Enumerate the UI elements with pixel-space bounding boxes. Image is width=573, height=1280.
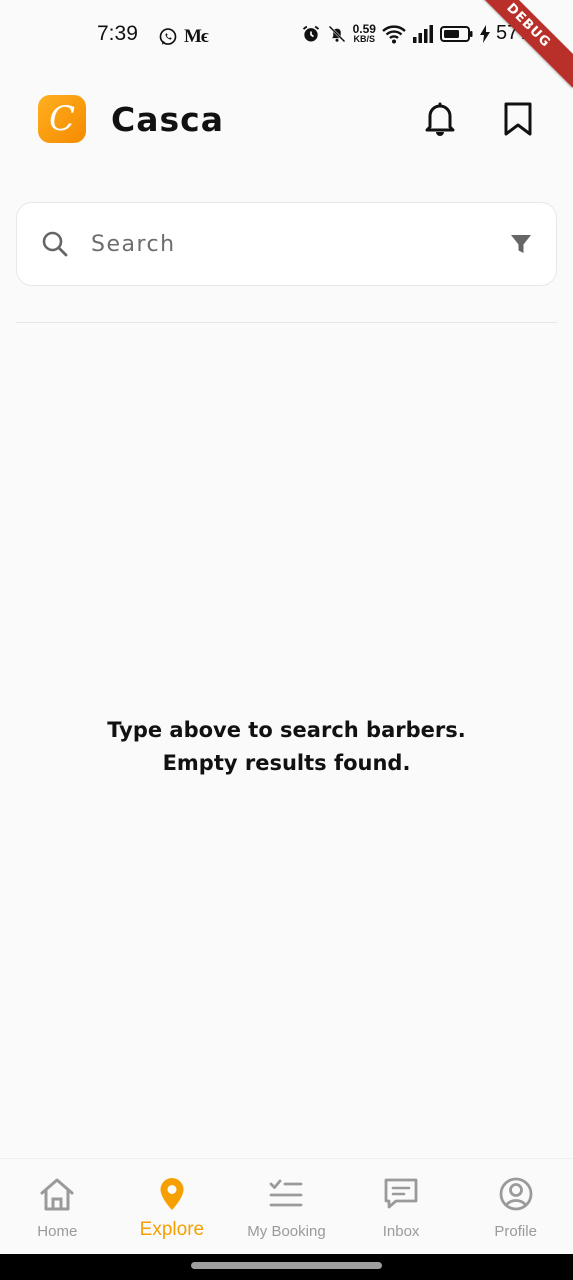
alarm-icon [302, 25, 319, 41]
bottom-navigation: Home Explore My Booking Inbox Profile [0, 1158, 573, 1254]
nav-item-inbox[interactable]: Inbox [344, 1159, 459, 1254]
nav-label-explore: Explore [139, 1219, 205, 1240]
gesture-handle[interactable] [191, 1262, 382, 1269]
battery-icon [439, 25, 473, 42]
nav-item-my-booking[interactable]: My Booking [229, 1159, 344, 1254]
signal-icon [412, 24, 433, 43]
notification-icons: Mϵ [158, 26, 209, 48]
network-speed-value: 0.59 [352, 21, 376, 36]
app-title: Casca [111, 99, 224, 139]
empty-state-line-2: Empty results found. [162, 751, 411, 775]
system-gesture-bar [0, 1254, 573, 1280]
booking-list-icon [266, 1175, 306, 1213]
nav-item-home[interactable]: Home [0, 1159, 115, 1254]
nav-item-profile[interactable]: Profile [458, 1159, 573, 1254]
network-speed: 0.59 KB/S [352, 21, 376, 44]
search-bar [16, 202, 557, 286]
nav-label-profile: Profile [494, 1223, 537, 1240]
location-pin-icon [152, 1175, 192, 1213]
divider [16, 322, 557, 323]
nav-label-my-booking: My Booking [247, 1223, 326, 1240]
app-bar-actions [423, 100, 535, 138]
bookmarks-button[interactable] [501, 100, 535, 138]
app-bar: C Casca [38, 90, 535, 148]
whatsapp-icon [159, 28, 177, 45]
mute-bell-icon [328, 25, 345, 42]
filter-icon [511, 235, 531, 253]
app-logo: C [38, 95, 86, 143]
search-input[interactable] [91, 231, 510, 257]
nav-item-explore[interactable]: Explore [115, 1159, 230, 1254]
bell-icon [425, 102, 455, 136]
screen: 7:39 Mϵ 0.59 KB/S 57% DEBUG C Casca Sear… [0, 0, 573, 1280]
bookmark-icon [504, 102, 532, 136]
search-icon [42, 231, 68, 257]
network-speed-unit: KB/S [353, 33, 376, 44]
filter-button[interactable] [510, 233, 532, 255]
notification-m-text: Mϵ [184, 26, 209, 47]
notifications-button[interactable] [423, 100, 457, 138]
nav-label-inbox: Inbox [382, 1223, 420, 1240]
profile-icon [496, 1175, 536, 1213]
empty-state-line-1: Type above to search barbers. [107, 718, 466, 742]
status-time: 7:39 [97, 22, 138, 45]
status-bar: 7:39 Mϵ 0.59 KB/S 57% DEBUG [0, 0, 573, 88]
home-icon [37, 1175, 77, 1213]
chat-icon [381, 1175, 421, 1213]
wifi-icon [382, 24, 406, 43]
nav-label-home: Home [37, 1223, 78, 1240]
empty-state-message: Type above to search barbers. Empty resu… [0, 714, 573, 780]
app-logo-letter: C [48, 99, 75, 139]
status-right: 0.59 KB/S 57% [301, 22, 536, 45]
charging-icon [479, 24, 490, 43]
